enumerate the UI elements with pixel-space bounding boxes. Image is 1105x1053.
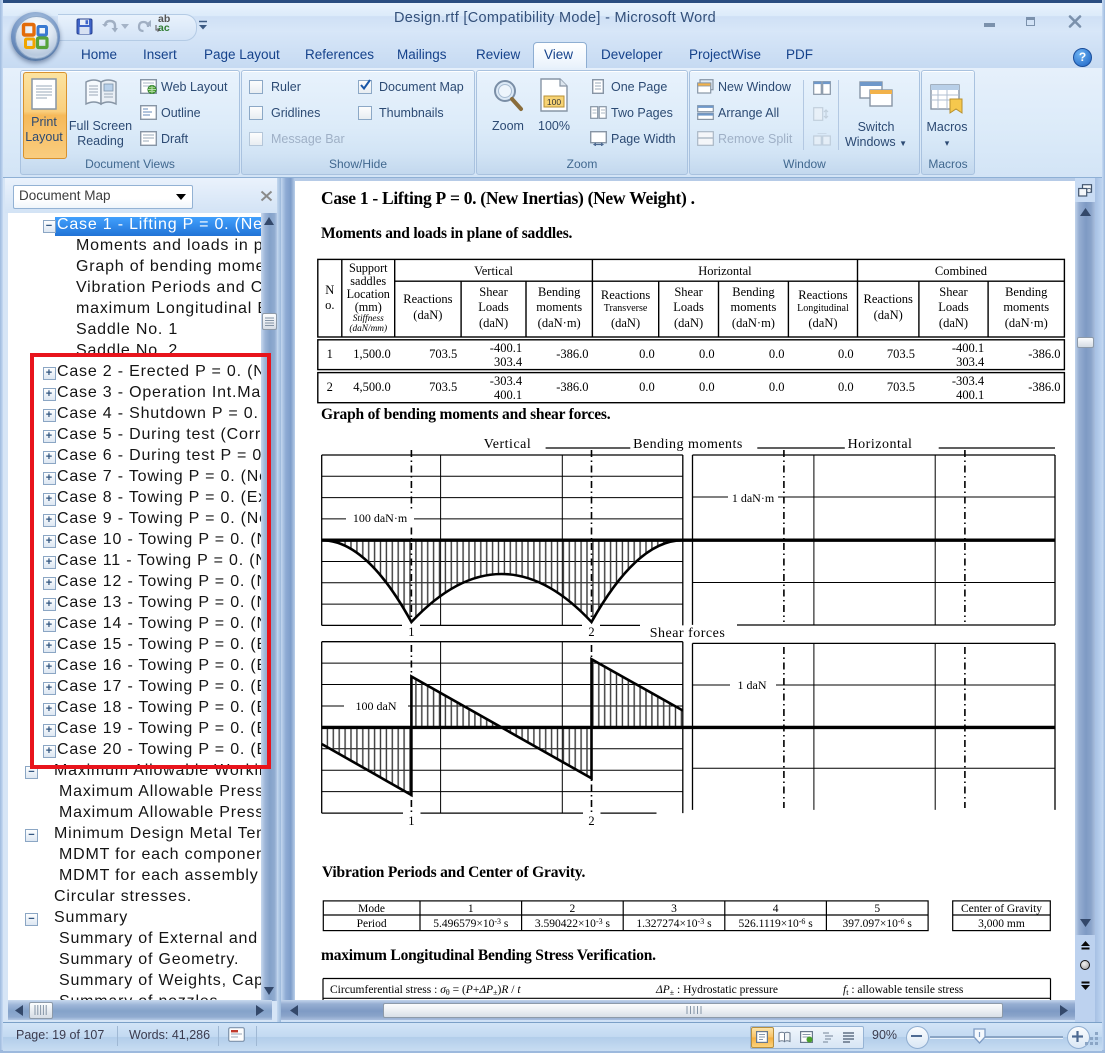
svg-text:100 daN: 100 daN (356, 699, 397, 713)
svg-text:Bending moments: Bending moments (633, 437, 743, 452)
svg-text:Mode: Mode (358, 903, 385, 915)
svg-text:2: 2 (588, 814, 594, 828)
svg-text:2: 2 (570, 903, 576, 915)
svg-text:100: 100 (547, 97, 561, 107)
svg-text:ΔP± : Hydrostatic pressure: ΔP± : Hydrostatic pressure (655, 984, 778, 997)
svg-text:5: 5 (874, 903, 880, 915)
svg-text:4: 4 (773, 903, 779, 915)
svg-text:Center of Gravity: Center of Gravity (961, 903, 1042, 915)
svg-text:Vertical: Vertical (484, 437, 532, 452)
svg-text:3.590422×10-3 s: 3.590422×10-3 s (535, 917, 611, 930)
svg-text:1: 1 (408, 814, 414, 828)
svg-text:100 daN·m: 100 daN·m (353, 511, 408, 525)
svg-text:1: 1 (408, 625, 414, 639)
svg-text:1 daN·m: 1 daN·m (732, 491, 775, 505)
svg-text:1 daN: 1 daN (738, 678, 767, 692)
svg-text:397.097×10-6 s: 397.097×10-6 s (842, 917, 912, 930)
svg-text:ft : allowable tensile stress: ft : allowable tensile stress (843, 984, 964, 997)
svg-text:526.1119×10-6 s: 526.1119×10-6 s (738, 917, 813, 930)
svg-text:1: 1 (468, 903, 474, 915)
svg-text:2: 2 (588, 625, 594, 639)
svg-text:Period: Period (357, 918, 387, 930)
svg-text:3,000 mm: 3,000 mm (978, 918, 1025, 930)
svg-text:1.327274×10-3 s: 1.327274×10-3 s (636, 917, 712, 930)
svg-text:5.496579×10-3 s: 5.496579×10-3 s (433, 917, 509, 930)
svg-text:Horizontal: Horizontal (848, 437, 913, 452)
svg-text:Shear forces: Shear forces (650, 626, 726, 641)
svg-text:3: 3 (671, 903, 677, 915)
svg-text:Circumferential stress : σθ =: Circumferential stress : σθ = (P+ΔP±)R /… (330, 984, 521, 997)
